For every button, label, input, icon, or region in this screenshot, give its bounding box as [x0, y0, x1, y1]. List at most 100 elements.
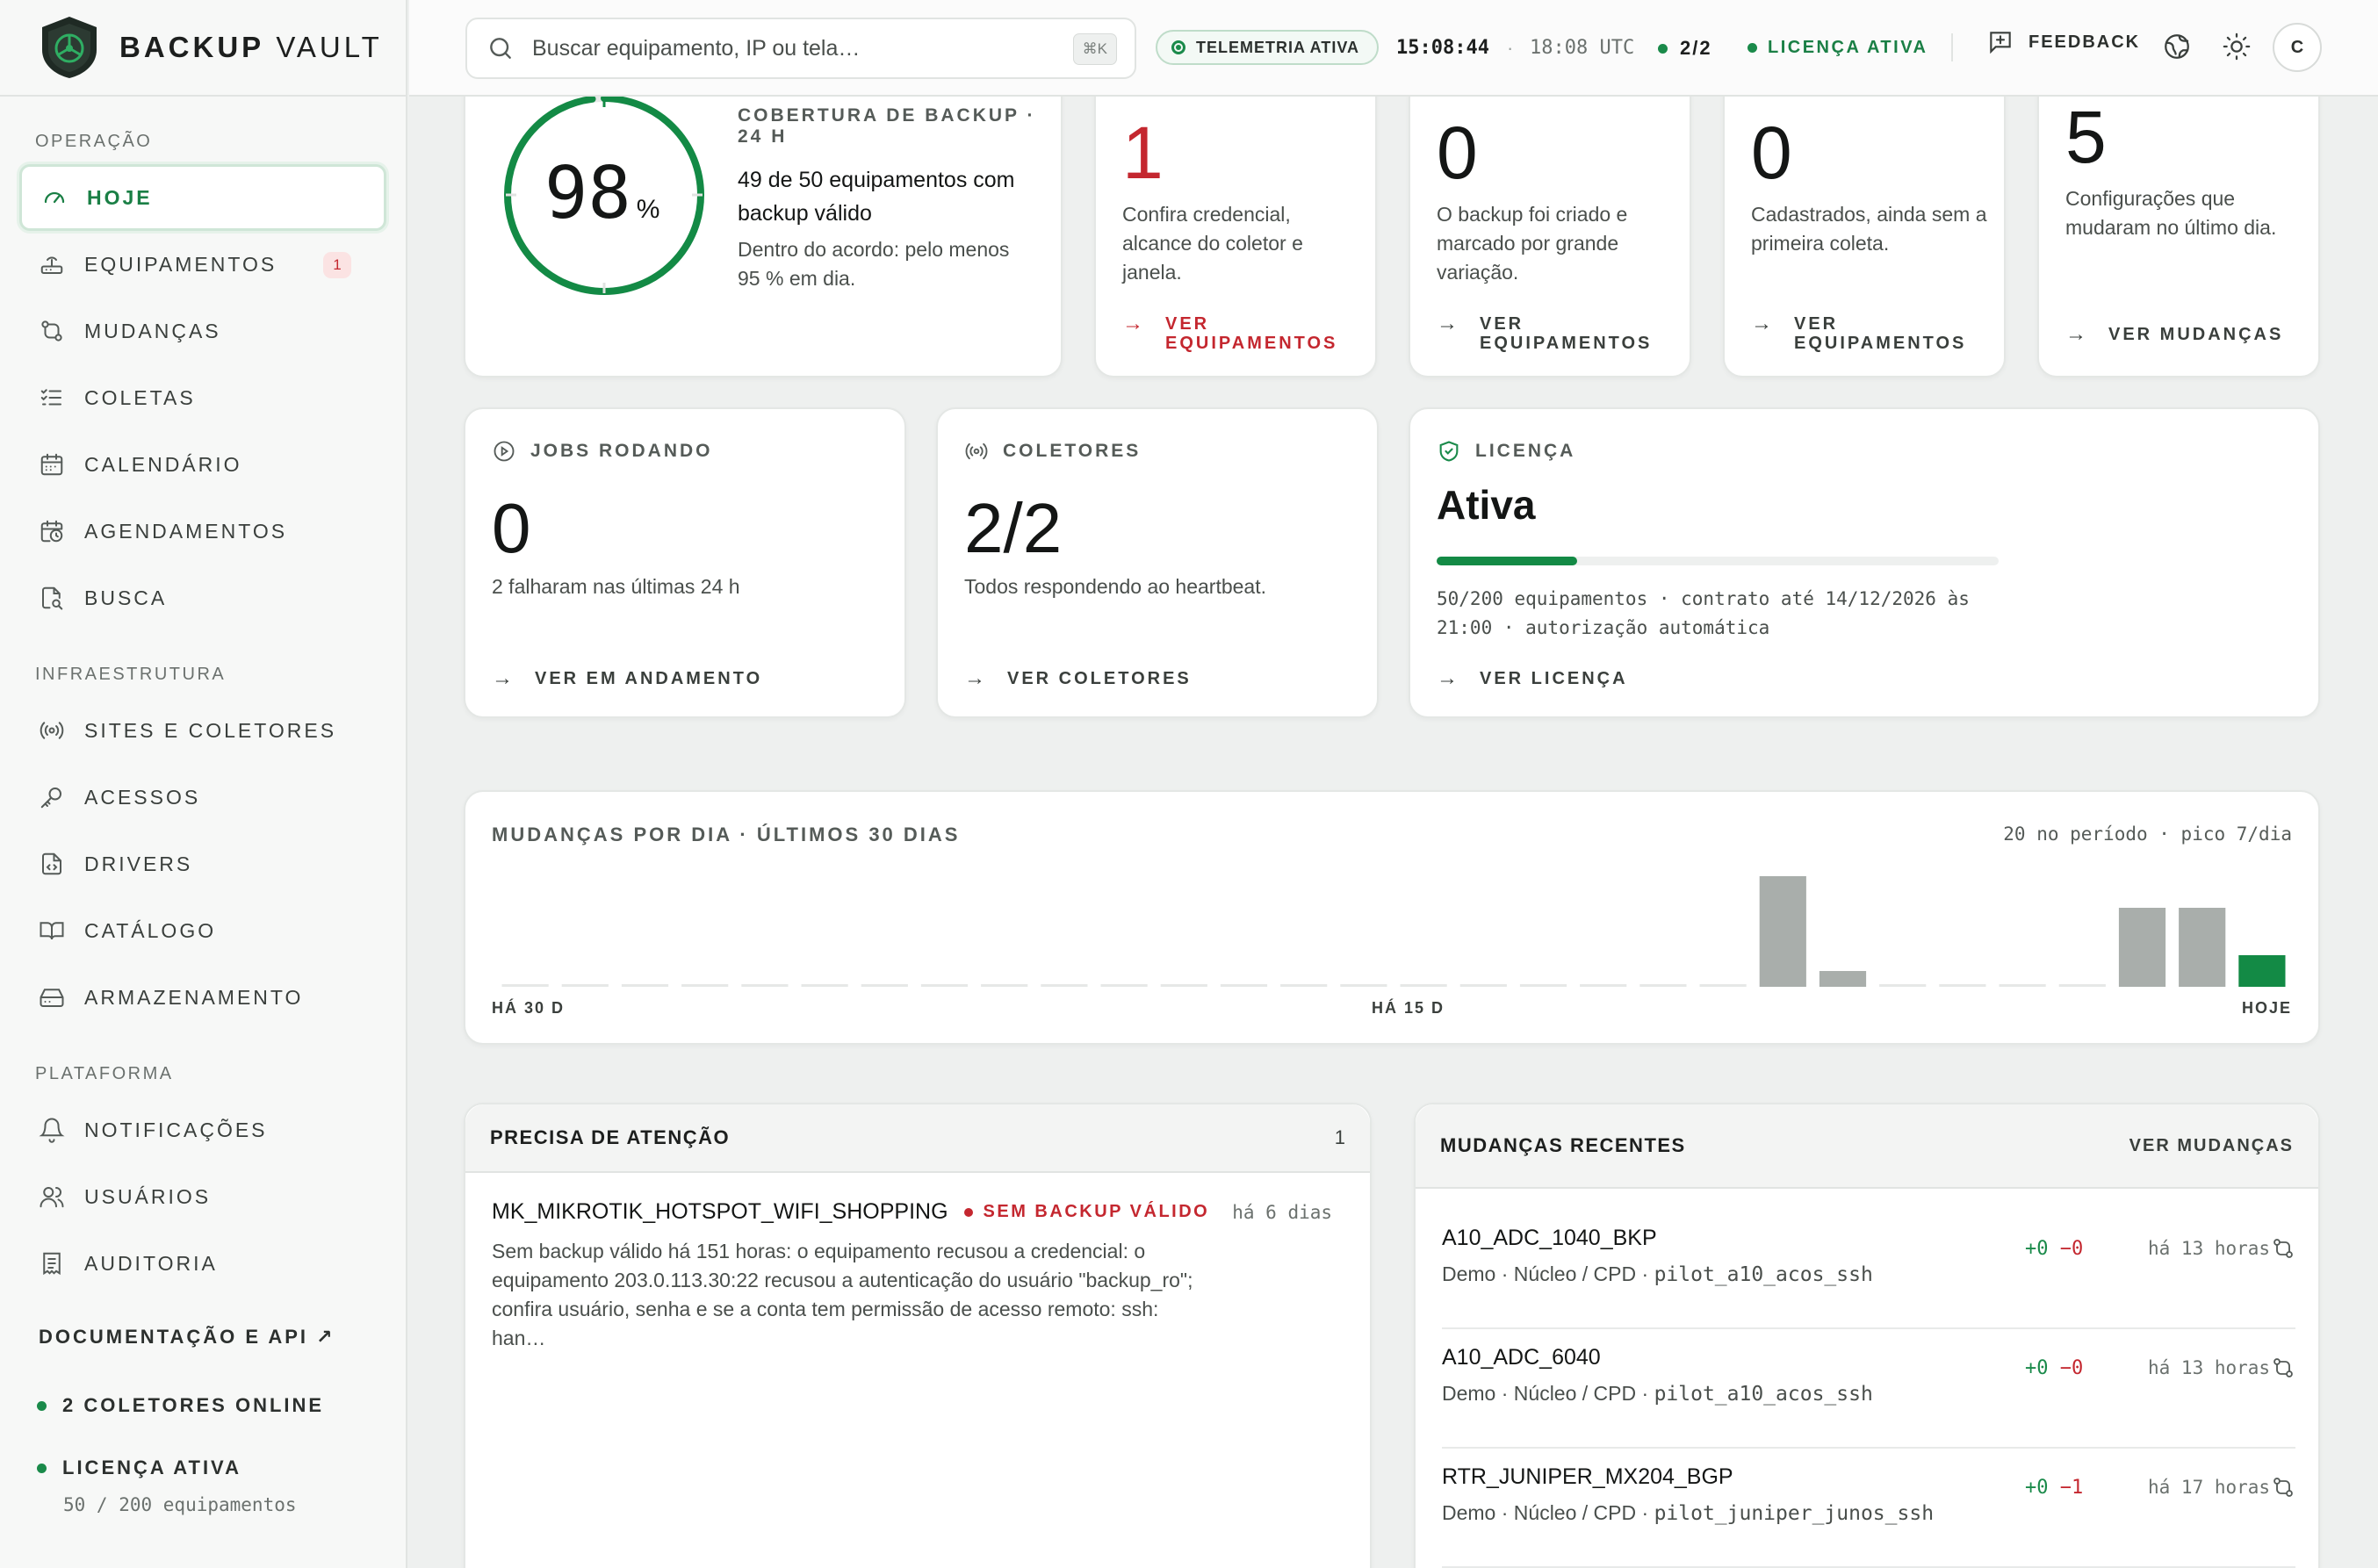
nav-item-busca[interactable]: BUSCA — [19, 565, 386, 631]
chart-bar[interactable] — [1879, 984, 1927, 987]
change-row[interactable]: A10_ADC_1040_BKP Demo · Núcleo / CPD · p… — [1442, 1210, 2295, 1329]
attention-item[interactable]: MK_MIKROTIK_HOTSPOT_WIFI_SHOPPING SEM BA… — [465, 1173, 1370, 1353]
chart-bar[interactable] — [861, 984, 908, 987]
avatar[interactable]: C — [2273, 23, 2322, 72]
docs-api-link[interactable]: DOCUMENTAÇÃO E API ↗ — [39, 1326, 335, 1349]
telemetry-pill[interactable]: TELEMETRIA ATIVA — [1156, 30, 1379, 65]
attention-panel: PRECISA DE ATENÇÃO 1 MK_MIKROTIK_HOTSPOT… — [464, 1103, 1372, 1568]
license-indicator[interactable]: LICENÇA ATIVA — [1747, 38, 1928, 58]
nav-item-agendamentos[interactable]: AGENDAMENTOS — [19, 498, 386, 565]
ver-coletores-link[interactable]: → VER COLETORES — [964, 668, 1192, 689]
device-name: A10_ADC_1040_BKP — [1442, 1226, 1657, 1250]
chart-bar[interactable] — [1699, 984, 1747, 987]
chart-bar[interactable] — [1999, 984, 2046, 987]
nav-item-coletas[interactable]: COLETAS — [19, 364, 386, 431]
nav-item-sites-coletores[interactable]: SITES E COLETORES — [19, 697, 386, 764]
chart-bar[interactable] — [1220, 984, 1268, 987]
chart-bar[interactable] — [1459, 984, 1507, 987]
axis-label-mid: HÁ 15 D — [1372, 999, 1445, 1017]
nav-item-label: AGENDAMENTOS — [84, 519, 288, 543]
link-label: VER LICENÇA — [1480, 669, 1628, 688]
chart-bar[interactable] — [920, 984, 969, 987]
coverage-percent: 98 % — [544, 158, 659, 230]
chart-bar[interactable] — [2118, 908, 2166, 987]
chart-bar[interactable] — [561, 984, 609, 987]
chart-bar[interactable] — [1041, 984, 1088, 987]
chart-bar[interactable] — [1580, 984, 1627, 987]
jobs-card: JOBS RODANDO 0 2 falharam nas últimas 24… — [464, 407, 906, 718]
search-input[interactable] — [532, 35, 1041, 61]
change-row[interactable]: A10_ADC_6040 Demo · Núcleo / CPD · pilot… — [1442, 1329, 2295, 1449]
globe-icon[interactable] — [2162, 32, 2192, 61]
nav-item-equipamentos[interactable]: EQUIPAMENTOS 1 — [19, 231, 386, 298]
nav-item-mudancas[interactable]: MUDANÇAS — [19, 298, 386, 364]
stat-number: 0 — [1437, 111, 1478, 194]
lines-added: +0 — [2025, 1238, 2049, 1260]
calendar-icon — [40, 453, 63, 476]
chart-bar[interactable] — [681, 984, 729, 987]
nav-item-armazenamento[interactable]: ARMAZENAMENTO — [19, 964, 386, 1031]
chart-bar[interactable] — [2238, 955, 2286, 987]
git-compare-icon[interactable] — [2271, 1236, 2295, 1261]
nav-item-label: CALENDÁRIO — [84, 452, 242, 476]
nav-item-hoje[interactable]: HOJE — [19, 164, 386, 231]
ver-equipamentos-link[interactable]: → VER EQUIPAMENTOS — [1122, 312, 1341, 354]
chart-bar[interactable] — [1400, 984, 1447, 987]
device-site: Demo · Núcleo / CPD · — [1442, 1262, 1654, 1285]
chart-bar[interactable] — [2179, 908, 2226, 987]
ver-licenca-link[interactable]: → VER LICENÇA — [1437, 668, 1628, 689]
nav-item-catalogo[interactable]: CATÁLOGO — [19, 897, 386, 964]
nav-item-drivers[interactable]: DRIVERS — [19, 831, 386, 897]
nav-item-calendario[interactable]: CALENDÁRIO — [19, 431, 386, 498]
arrow-right-icon: → — [1122, 312, 1146, 335]
ver-mudancas-link[interactable]: VER MUDANÇAS — [2129, 1136, 2294, 1156]
local-time: 15:08:44 — [1396, 37, 1489, 59]
chart-bar[interactable] — [501, 984, 549, 987]
device-location: Demo · Núcleo / CPD · pilot_juniper_juno… — [1442, 1501, 1934, 1525]
chart-bar[interactable] — [1340, 984, 1387, 987]
sun-icon[interactable] — [2222, 32, 2252, 61]
chart-bar[interactable] — [1519, 984, 1567, 987]
license-detail-line: 50/200 equipamentos · contrato até 14/12… — [1437, 588, 1970, 609]
search-box[interactable]: ⌘K — [465, 18, 1136, 79]
chart-bar[interactable] — [801, 984, 848, 987]
brand[interactable]: BACKUP VAULT — [0, 0, 406, 97]
attention-header: PRECISA DE ATENÇÃO 1 — [465, 1104, 1370, 1173]
chart-bar[interactable] — [981, 984, 1028, 987]
device-site: Demo · Núcleo / CPD · — [1442, 1501, 1654, 1524]
license-status[interactable]: LICENÇA ATIVA — [37, 1457, 241, 1479]
change-row[interactable]: RTR_JUNIPER_MX204_BGP Demo · Núcleo / CP… — [1442, 1449, 2295, 1568]
chart-bar[interactable] — [1819, 971, 1867, 987]
git-compare-icon[interactable] — [2271, 1356, 2295, 1380]
chart-bar[interactable] — [1280, 984, 1328, 987]
nav-item-label: ARMAZENAMENTO — [84, 985, 304, 1009]
git-compare-icon[interactable] — [2271, 1475, 2295, 1500]
chart-bar[interactable] — [1759, 876, 1806, 987]
device-name[interactable]: MK_MIKROTIK_HOTSPOT_WIFI_SHOPPING — [492, 1199, 948, 1225]
nav-item-acessos[interactable]: ACESSOS — [19, 764, 386, 831]
collectors-online-status[interactable]: 2 COLETORES ONLINE — [37, 1394, 324, 1417]
collectors-indicator[interactable]: 2/2 — [1658, 37, 1712, 60]
chart-bar[interactable] — [1160, 984, 1207, 987]
chart-bar[interactable] — [621, 984, 669, 987]
attention-item-text: Sem backup válido há 151 horas: o equipa… — [492, 1240, 1193, 1349]
ver-equipamentos-link[interactable]: → VER EQUIPAMENTOS — [1437, 313, 1655, 354]
chart-bar[interactable] — [1639, 984, 1687, 987]
chart-bar[interactable] — [741, 984, 789, 987]
nav-item-auditoria[interactable]: AUDITORIA — [19, 1230, 386, 1297]
hard-drive-icon — [40, 989, 64, 1007]
nav-item-notificacoes[interactable]: NOTIFICAÇÕES — [19, 1097, 386, 1163]
collectors-online-label: 2 COLETORES ONLINE — [62, 1394, 325, 1416]
ver-equipamentos-link[interactable]: → VER EQUIPAMENTOS — [1751, 313, 1970, 354]
license-card: LICENÇA Ativa 50/200 equipamentos · cont… — [1409, 407, 2320, 718]
ver-mudancas-link[interactable]: → VER MUDANÇAS — [2065, 324, 2283, 345]
chart-bar[interactable] — [2058, 984, 2106, 987]
chart-bar[interactable] — [1939, 984, 1986, 987]
nav-item-label: COLETAS — [84, 385, 196, 409]
feedback-button[interactable]: FEEDBACK — [1986, 28, 2140, 56]
nav-item-usuarios[interactable]: USUÁRIOS — [19, 1163, 386, 1230]
ver-em-andamento-link[interactable]: → VER EM ANDAMENTO — [492, 668, 762, 689]
nav-section-title: PLATAFORMA — [35, 1064, 174, 1083]
license-label: LICENÇA ATIVA — [1768, 38, 1928, 57]
chart-bar[interactable] — [1100, 984, 1148, 987]
